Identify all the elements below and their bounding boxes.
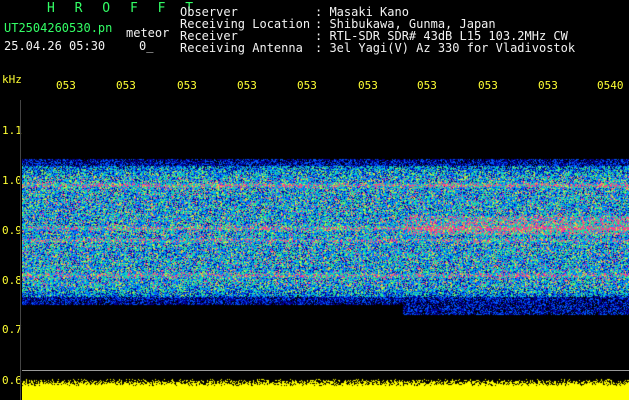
- spectrogram-canvas: [22, 100, 629, 400]
- y-tick: 1.0: [2, 174, 22, 187]
- y-tick: 0.7: [2, 323, 22, 336]
- y-axis-line: [20, 100, 21, 400]
- x-tick: 053: [417, 79, 437, 92]
- x-tick: 053: [56, 79, 76, 92]
- y-axis-unit: kHz: [2, 73, 22, 86]
- meteor-count: 0_: [139, 39, 154, 53]
- y-tick: 0.9: [2, 224, 22, 237]
- app-brand: H R O F F T: [47, 1, 200, 16]
- x-tick: 0540: [597, 79, 624, 92]
- x-tick: 053: [297, 79, 317, 92]
- x-tick: 053: [177, 79, 197, 92]
- y-tick: 1.1: [2, 124, 22, 137]
- x-tick: 053: [116, 79, 136, 92]
- y-tick: 0.6: [2, 374, 22, 387]
- antenna-value: : 3el Yagi(V) Az 330 for Vladivostok: [315, 41, 576, 55]
- date-time: 25.04.26 05:30: [4, 39, 106, 53]
- file-name: UT2504260530.pn: [4, 21, 113, 35]
- x-tick: 053: [538, 79, 558, 92]
- baseline-marker: [22, 370, 629, 371]
- meteor-label: meteor: [126, 26, 170, 40]
- x-tick: 053: [358, 79, 378, 92]
- antenna-label: Receiving Antenna: [180, 41, 303, 55]
- spectrogram: [22, 100, 629, 400]
- x-tick: 053: [478, 79, 498, 92]
- x-tick: 053: [237, 79, 257, 92]
- y-tick: 0.8: [2, 274, 22, 287]
